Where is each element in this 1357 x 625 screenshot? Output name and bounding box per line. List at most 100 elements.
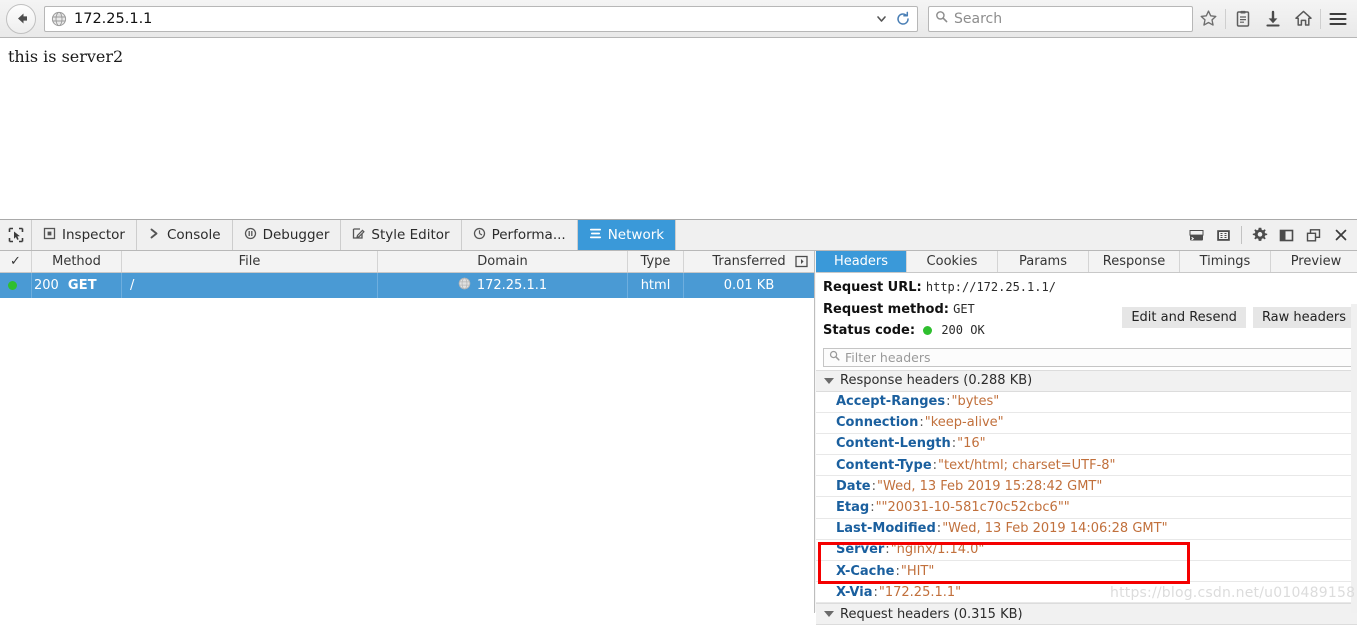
split-console-icon[interactable] <box>1183 220 1210 250</box>
header-value: "172.25.1.1" <box>878 584 962 600</box>
header-value: ""20031-10-581c70c52cbc6"" <box>875 500 1070 516</box>
header-name: Connection <box>836 415 919 431</box>
header-row[interactable]: Connection: "keep-alive" <box>816 412 1357 434</box>
tab-timings[interactable]: Timings <box>1180 251 1271 272</box>
table-row[interactable]: 200 GET / 172.25.1.1 html 0.01 KB <box>0 273 814 298</box>
header-name: X-Cache <box>836 563 895 579</box>
devtools-panel: Inspector Console Debugger Style Editor <box>0 219 1357 625</box>
header-name: Accept-Ranges <box>836 394 946 410</box>
address-bar-text[interactable]: 172.25.1.1 <box>74 11 871 27</box>
back-button[interactable] <box>6 3 36 34</box>
dock-window-icon[interactable] <box>1300 220 1327 250</box>
header-value: "keep-alive" <box>924 415 1004 431</box>
response-headers-title: Response headers (0.288 KB) <box>840 373 1033 388</box>
header-row[interactable]: Last-Modified: "Wed, 13 Feb 2019 14:06:2… <box>816 518 1357 540</box>
home-icon[interactable] <box>1288 4 1318 34</box>
tab-performance[interactable]: Performa... <box>462 220 578 250</box>
devtools-toolbar-divider <box>1241 226 1242 244</box>
column-header-transferred[interactable]: Transferred <box>684 251 814 272</box>
settings-gear-icon[interactable] <box>1246 220 1273 250</box>
downloads-icon[interactable] <box>1258 4 1288 34</box>
request-headers-section-header[interactable]: Request headers (0.315 KB) <box>816 603 1357 625</box>
browser-toolbar: 172.25.1.1 Search <box>0 0 1357 38</box>
status-code-label: Status code: <box>823 323 916 338</box>
request-url-value: http://172.25.1.1/ <box>925 280 1056 294</box>
triangle-down-icon <box>824 377 834 384</box>
devtools-toolbar: Inspector Console Debugger Style Editor <box>0 220 1357 251</box>
header-name: Last-Modified <box>836 521 936 537</box>
console-icon <box>148 227 161 244</box>
header-name: X-Via <box>836 584 873 600</box>
star-icon[interactable] <box>1193 4 1223 34</box>
debugger-icon <box>244 227 257 244</box>
row-method: 200 GET <box>32 273 122 298</box>
tab-inspector[interactable]: Inspector <box>32 220 137 250</box>
header-value: "text/html; charset=UTF-8" <box>938 457 1116 473</box>
close-icon[interactable] <box>1327 220 1354 250</box>
column-header-type[interactable]: Type <box>628 251 684 272</box>
header-row[interactable]: Content-Type: "text/html; charset=UTF-8" <box>816 455 1357 477</box>
details-scrollbar[interactable] <box>1351 304 1357 613</box>
reload-icon[interactable] <box>891 7 915 31</box>
column-header-method[interactable]: Method <box>32 251 122 272</box>
row-file: / <box>122 273 378 298</box>
tab-preview[interactable]: Preview <box>1271 251 1357 272</box>
tab-style-editor[interactable]: Style Editor <box>341 220 462 250</box>
edit-and-resend-button[interactable]: Edit and Resend <box>1122 307 1246 328</box>
header-row[interactable]: Content-Length: "16" <box>816 433 1357 456</box>
page-body-text: this is server2 <box>8 47 124 66</box>
column-header-check[interactable]: ✓ <box>0 251 32 272</box>
tab-debugger[interactable]: Debugger <box>233 220 342 250</box>
column-header-domain[interactable]: Domain <box>378 251 628 272</box>
header-row[interactable]: Server: "nginx/1.14.0" <box>816 539 1357 561</box>
header-row[interactable]: X-Cache: "HIT" <box>816 561 1357 583</box>
row-type: html <box>628 273 684 298</box>
library-icon[interactable] <box>1228 4 1258 34</box>
response-headers-section-header[interactable]: Response headers (0.288 KB) <box>816 369 1357 392</box>
tab-response[interactable]: Response <box>1089 251 1180 272</box>
header-row[interactable]: Date: "Wed, 13 Feb 2019 15:28:42 GMT" <box>816 476 1357 498</box>
header-row[interactable]: Etag: ""20031-10-581c70c52cbc6"" <box>816 497 1357 519</box>
header-value: "Wed, 13 Feb 2019 14:06:28 GMT" <box>942 521 1168 537</box>
row-status <box>0 273 32 298</box>
dock-side-icon[interactable] <box>1273 220 1300 250</box>
request-url-label: Request URL: <box>823 280 922 295</box>
tab-debugger-label: Debugger <box>262 227 330 243</box>
header-value: "bytes" <box>951 394 1000 410</box>
tab-inspector-label: Inspector <box>62 227 125 243</box>
header-name: Etag <box>836 500 870 516</box>
tab-cookies[interactable]: Cookies <box>907 251 998 272</box>
search-input[interactable]: Search <box>954 11 1002 27</box>
tab-console[interactable]: Console <box>137 220 233 250</box>
row-domain-label: 172.25.1.1 <box>476 278 548 293</box>
tab-console-label: Console <box>166 227 221 243</box>
watermark-text: https://blog.csdn.net/u010489158 <box>1110 585 1356 601</box>
address-bar[interactable]: 172.25.1.1 <box>44 5 918 32</box>
request-headers-title: Request headers (0.315 KB) <box>840 606 1023 622</box>
menu-icon[interactable] <box>1323 4 1353 34</box>
responsive-design-icon[interactable] <box>1210 220 1237 250</box>
search-bar[interactable]: Search <box>928 5 1193 32</box>
request-method-label: Request method: <box>823 301 949 317</box>
tab-network[interactable]: Network <box>577 220 677 250</box>
tab-performance-label: Performa... <box>491 227 566 243</box>
header-name: Server <box>836 542 885 558</box>
tab-headers[interactable]: Headers <box>816 251 907 272</box>
search-icon <box>829 348 840 366</box>
filter-headers-placeholder: Filter headers <box>845 349 931 365</box>
column-picker-icon[interactable] <box>795 255 808 272</box>
header-name: Content-Type <box>836 457 932 473</box>
filter-headers-input[interactable]: Filter headers <box>823 347 1353 367</box>
raw-headers-button[interactable]: Raw headers <box>1252 307 1355 328</box>
tab-params[interactable]: Params <box>998 251 1089 272</box>
header-row[interactable]: Accept-Ranges: "bytes" <box>816 391 1357 413</box>
globe-icon <box>51 11 67 27</box>
column-header-file[interactable]: File <box>122 251 378 272</box>
search-icon <box>935 10 948 28</box>
element-picker-icon[interactable] <box>0 220 32 250</box>
page-viewport: this is server2 <box>0 39 1357 219</box>
request-url-line: Request URL: http://172.25.1.1/ <box>823 277 1357 299</box>
filter-row: Filter headers <box>816 344 1357 370</box>
back-arrow-icon <box>13 10 30 27</box>
chevron-down-icon[interactable] <box>871 7 891 31</box>
